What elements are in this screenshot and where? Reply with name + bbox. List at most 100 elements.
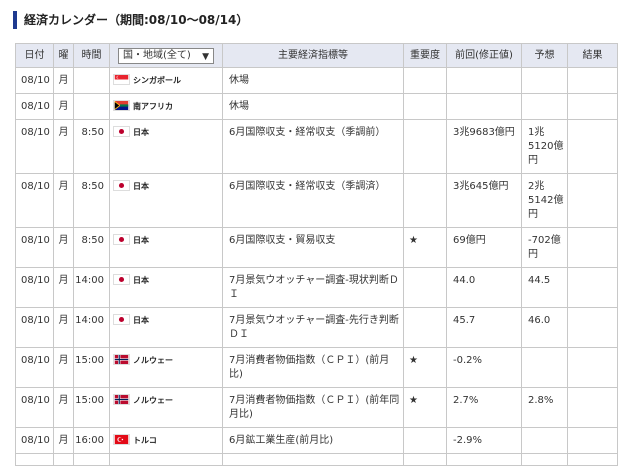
cell-country: 日本: [109, 307, 223, 348]
norway-flag-icon: [113, 394, 130, 405]
cell-date: 08/10: [15, 267, 54, 308]
cell-result: [567, 119, 618, 174]
header-result: 結果: [567, 43, 618, 68]
cell-date: 08/10: [15, 427, 54, 454]
country-name: 日本: [133, 276, 149, 285]
cell-country: 日本: [109, 227, 223, 268]
table-header-row: 日付 曜 時間 国・地域(全て) ▼ 主要経済指標等 重要度 前回(修正値) 予…: [15, 43, 618, 68]
cell-date: [15, 453, 54, 466]
cell-indicator: 休場: [222, 93, 404, 120]
cell-forecast: [521, 93, 568, 120]
cell-previous: 2.7%: [446, 387, 522, 428]
cell-date: 08/10: [15, 93, 54, 120]
cell-indicator: 6月国際収支・経常収支（季調済）: [222, 173, 404, 228]
country-name: 南アフリカ: [133, 102, 173, 111]
japan-flag-icon: [113, 314, 130, 325]
singapore-flag-icon: [113, 74, 130, 85]
region-select[interactable]: 国・地域(全て) ▼: [118, 47, 214, 64]
table-row: 08/10 月 8:50 日本 6月国際収支・貿易収支 ★ 69億円 -702億円: [15, 227, 618, 268]
table-row: 08/10 月 15:00 ノルウェー 7月消費者物価指数（ＣＰＩ）(前月比) ★ -0.2…: [15, 347, 618, 388]
cell-indicator: 6月鉱工業生産(前月比): [222, 427, 404, 454]
cell-date: 08/10: [15, 173, 54, 228]
cell-date: 08/10: [15, 119, 54, 174]
cell-importance: ★: [403, 387, 447, 428]
country-name: 日本: [133, 128, 149, 137]
cell-indicator: 7月消費者物価指数（ＣＰＩ）(前年同月比): [222, 387, 404, 428]
table-row: 08/10 月 15:00 ノルウェー 7月消費者物価指数（ＣＰＩ）(前年同月比) ★ 2.…: [15, 387, 618, 428]
header-indicator: 主要経済指標等: [222, 43, 404, 68]
cell-country: ノルウェー: [109, 387, 223, 428]
table-row: 08/10 月 8:50 日本 6月国際収支・経常収支（季調前） 3兆9683億円 1兆51…: [15, 119, 618, 174]
cell-result: [567, 67, 618, 94]
header-time: 時間: [73, 43, 110, 68]
cell-time: [73, 453, 110, 466]
cell-time: 15:00: [73, 347, 110, 388]
cell-dow: 月: [53, 93, 74, 120]
table-row: 08/10 月 16:00 トルコ 6月鉱工業生産(前月比) -2.9%: [15, 427, 618, 454]
norway-flag-icon: [113, 354, 130, 365]
cell-result: [567, 453, 618, 466]
cell-dow: [53, 453, 74, 466]
japan-flag-icon: [113, 180, 130, 191]
country-name: シンガポール: [133, 76, 181, 85]
cell-result: [567, 307, 618, 348]
country-name: 日本: [133, 182, 149, 191]
cell-indicator: 6月国際収支・経常収支（季調前）: [222, 119, 404, 174]
cell-dow: 月: [53, 307, 74, 348]
header-importance: 重要度: [403, 43, 447, 68]
cell-time: 8:50: [73, 173, 110, 228]
cell-forecast: 1兆5120億円: [521, 119, 568, 174]
cell-previous: [446, 93, 522, 120]
page-title: 経済カレンダー（期間:08/10〜08/14）: [13, 11, 250, 29]
table-row: [15, 453, 618, 466]
cell-previous: -2.9%: [446, 427, 522, 454]
cell-indicator: [222, 453, 404, 466]
cell-country: ノルウェー: [109, 347, 223, 388]
japan-flag-icon: [113, 274, 130, 285]
cell-country: 南アフリカ: [109, 93, 223, 120]
cell-country: 日本: [109, 173, 223, 228]
header-region: 国・地域(全て) ▼: [109, 43, 223, 68]
cell-importance: ★: [403, 227, 447, 268]
cell-dow: 月: [53, 427, 74, 454]
header-forecast: 予想: [521, 43, 568, 68]
cell-date: 08/10: [15, 67, 54, 94]
cell-time: 15:00: [73, 387, 110, 428]
cell-forecast: -702億円: [521, 227, 568, 268]
cell-result: [567, 267, 618, 308]
region-select-value: 国・地域(全て): [123, 49, 191, 61]
economic-calendar-table: 日付 曜 時間 国・地域(全て) ▼ 主要経済指標等 重要度 前回(修正値) 予…: [15, 43, 618, 466]
cell-date: 08/10: [15, 347, 54, 388]
japan-flag-icon: [113, 234, 130, 245]
cell-importance: [403, 427, 447, 454]
country-name: ノルウェー: [133, 396, 173, 405]
cell-time: 14:00: [73, 267, 110, 308]
cell-previous: 3兆9683億円: [446, 119, 522, 174]
cell-time: [73, 93, 110, 120]
cell-importance: [403, 453, 447, 466]
country-name: 日本: [133, 316, 149, 325]
cell-date: 08/10: [15, 227, 54, 268]
cell-time: 8:50: [73, 227, 110, 268]
cell-previous: -0.2%: [446, 347, 522, 388]
table-row: 08/10 月 14:00 日本 7月景気ウオッチャー調査-現状判断ＤＩ 44.0 44.5: [15, 267, 618, 308]
cell-importance: [403, 173, 447, 228]
cell-country: 日本: [109, 267, 223, 308]
cell-forecast: 2.8%: [521, 387, 568, 428]
cell-date: 08/10: [15, 307, 54, 348]
cell-result: [567, 387, 618, 428]
table-row: 08/10 月 14:00 日本 7月景気ウオッチャー調査-先行き判断ＤＩ 45.7 46.…: [15, 307, 618, 348]
country-name: 日本: [133, 236, 149, 245]
country-name: トルコ: [133, 436, 157, 445]
cell-result: [567, 347, 618, 388]
country-name: ノルウェー: [133, 356, 173, 365]
cell-previous: 45.7: [446, 307, 522, 348]
header-date: 日付: [15, 43, 54, 68]
cell-forecast: 2兆5142億円: [521, 173, 568, 228]
cell-dow: 月: [53, 119, 74, 174]
cell-indicator: 7月景気ウオッチャー調査-現状判断ＤＩ: [222, 267, 404, 308]
cell-forecast: 46.0: [521, 307, 568, 348]
cell-time: 16:00: [73, 427, 110, 454]
table-row: 08/10 月 南アフリカ 休場: [15, 93, 618, 120]
chevron-down-icon: ▼: [202, 51, 209, 62]
